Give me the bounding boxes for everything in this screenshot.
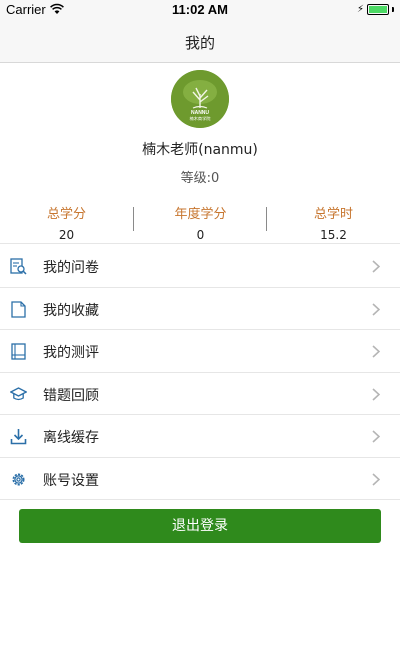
chevron-right-icon xyxy=(372,302,380,316)
menu-item-label: 我的测评 xyxy=(43,345,99,361)
menu-item-questionnaire[interactable]: 我的问卷 xyxy=(0,245,400,288)
chevron-right-icon xyxy=(372,387,380,401)
menu-item-mistake-review[interactable]: 错题回顾 xyxy=(0,372,400,415)
logout-button[interactable]: 退出登录 xyxy=(19,509,381,543)
chevron-right-icon xyxy=(372,430,380,443)
chevron-right-icon xyxy=(372,345,380,358)
stat-value: 0 xyxy=(196,228,205,242)
battery-icon xyxy=(367,4,389,15)
page-title: 我的 xyxy=(184,34,215,52)
chevron-right-icon xyxy=(372,260,380,273)
charging-bolt-icon: ⚡ xyxy=(356,4,364,15)
avatar-text-bottom: 楠木商学院 xyxy=(190,115,212,122)
menu-item-label: 账号设置 xyxy=(43,472,99,489)
book-icon xyxy=(11,343,26,360)
stat-total-hours: 总学时 15.2 xyxy=(267,203,400,242)
clock: 11:02 AM xyxy=(172,2,228,17)
download-icon xyxy=(10,429,27,445)
stat-label: 总学分 xyxy=(46,207,86,222)
tree-logo-icon: NANNU 楠木商学院 xyxy=(171,70,229,128)
graduation-cap-icon xyxy=(10,386,27,400)
document-icon xyxy=(11,300,26,318)
questionnaire-search-icon xyxy=(10,258,27,275)
menu-item-account-settings[interactable]: 账号设置 xyxy=(0,457,400,500)
menu-item-label: 错题回顾 xyxy=(43,387,99,404)
menu-item-label: 我的收藏 xyxy=(43,302,99,319)
gear-icon xyxy=(12,473,25,485)
menu-item-assessment[interactable]: 我的测评 xyxy=(0,330,400,373)
stat-value: 20 xyxy=(58,228,75,242)
nav-bar: 我的 xyxy=(0,20,400,63)
menu-item-label: 离线缓存 xyxy=(43,430,99,446)
stat-label: 总学时 xyxy=(313,207,353,222)
chevron-right-icon xyxy=(372,472,380,486)
battery-indicator: ⚡ xyxy=(357,4,394,15)
status-bar: Carrier 11:02 AM ⚡ xyxy=(0,0,400,20)
stats-row: 总学分 20 年度学分 0 总学时 15.2 xyxy=(0,197,400,244)
stat-total-credits: 总学分 20 xyxy=(0,203,133,242)
stat-value: 15.2 xyxy=(320,228,347,242)
menu-item-label: 我的问卷 xyxy=(43,260,99,276)
menu-item-favorites[interactable]: 我的收藏 xyxy=(0,287,400,330)
menu-list: 我的问卷 我的收藏 我的测评 错题回顾 离线缓存 账号设置 xyxy=(0,245,400,500)
avatar[interactable]: NANNU 楠木商学院 xyxy=(171,70,229,128)
menu-item-offline-cache[interactable]: 离线缓存 xyxy=(0,415,400,458)
username: 楠木老师(nanmu) xyxy=(142,142,258,158)
profile-section: NANNU 楠木商学院 楠木老师(nanmu) 等级:0 xyxy=(0,63,400,193)
user-level: 等级:0 xyxy=(180,171,220,186)
stat-annual-credits: 年度学分 0 xyxy=(134,203,267,242)
stat-label: 年度学分 xyxy=(174,207,227,222)
